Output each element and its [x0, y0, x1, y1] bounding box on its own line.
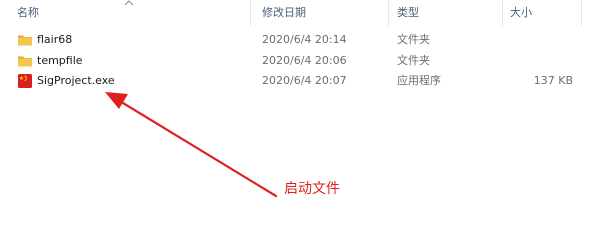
column-header-modified[interactable]: 修改日期 [262, 6, 306, 20]
file-type: 文件夹 [397, 33, 430, 46]
file-size [510, 51, 573, 71]
column-header-name[interactable]: 名称 [17, 6, 39, 20]
file-type: 应用程序 [397, 74, 441, 87]
column-divider[interactable] [502, 0, 503, 26]
column-header-type[interactable]: 类型 [397, 6, 419, 20]
app-icon [18, 74, 32, 88]
file-name: SigProject.exe [37, 74, 115, 87]
column-header-size[interactable]: 大小 [510, 6, 532, 20]
file-size: 137 KB [533, 74, 573, 87]
column-header: 名称 修改日期 类型 大小 [0, 0, 600, 26]
file-modified: 2020/6/4 20:06 [262, 54, 347, 67]
file-modified: 2020/6/4 20:07 [262, 74, 347, 87]
file-explorer-view: 名称 修改日期 类型 大小 flair68 2020/6/4 20:14 文件夹… [0, 0, 600, 243]
file-modified: 2020/6/4 20:14 [262, 33, 347, 46]
file-row[interactable]: tempfile 2020/6/4 20:06 文件夹 [0, 51, 600, 71]
column-divider[interactable] [388, 0, 389, 26]
column-divider[interactable] [581, 0, 582, 26]
file-name: tempfile [37, 54, 83, 67]
file-row[interactable]: flair68 2020/6/4 20:14 文件夹 [0, 30, 600, 50]
file-size [510, 30, 573, 50]
column-divider[interactable] [250, 0, 251, 26]
file-name: flair68 [37, 33, 73, 46]
file-type: 文件夹 [397, 54, 430, 67]
annotation-label: 启动文件 [284, 181, 340, 197]
file-row[interactable]: SigProject.exe 2020/6/4 20:07 应用程序 137 K… [0, 71, 600, 91]
sort-chevron-icon[interactable] [124, 0, 134, 6]
folder-icon [18, 35, 32, 46]
folder-icon [18, 56, 32, 67]
